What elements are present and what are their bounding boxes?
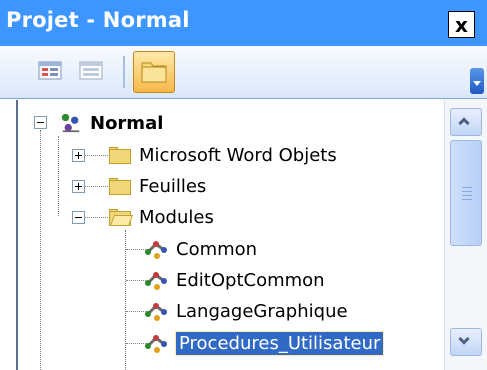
tree-connector	[58, 136, 59, 216]
tree-node-module[interactable]: LangageGraphique	[144, 296, 348, 326]
project-icon	[61, 113, 80, 133]
scroll-thumb[interactable]	[450, 140, 482, 246]
tree-connector	[126, 280, 146, 281]
tree-connector	[126, 249, 146, 250]
project-tree: Normal Microsoft Word Objets Feuilles Mo…	[16, 100, 446, 370]
module-icon	[145, 241, 167, 259]
tree-node-label: Microsoft Word Objets	[139, 144, 337, 166]
tree-node-label: Feuilles	[139, 175, 207, 197]
module-icon	[145, 335, 167, 353]
tree-node-root[interactable]: Normal	[58, 108, 163, 138]
tree-node-label: Normal	[90, 112, 164, 134]
folder-expand-toggle[interactable]	[72, 180, 85, 193]
module-icon	[145, 272, 167, 290]
scroll-down-button[interactable]	[450, 328, 482, 356]
project-explorer-window: Projet - Normal x Normal Microsoft Word …	[0, 0, 487, 370]
folder-icon	[141, 62, 167, 83]
tree-node-module-selected[interactable]: Procedures_Utilisateur	[144, 328, 385, 358]
close-button[interactable]: x	[448, 11, 475, 38]
tree-connector	[40, 130, 41, 370]
tree-node-label: Procedures_Utilisateur	[174, 330, 385, 356]
tree-node-folder[interactable]: Modules	[109, 202, 214, 232]
toggle-folders-button[interactable]	[133, 51, 175, 93]
view-code-icon	[38, 61, 62, 80]
tree-node-module[interactable]: Common	[144, 234, 257, 264]
folder-collapse-toggle[interactable]	[72, 211, 85, 224]
toolbar-separator	[123, 56, 125, 88]
tree-node-label: EditOptCommon	[176, 269, 325, 291]
folder-expand-toggle[interactable]	[72, 149, 85, 162]
tree-node-folder[interactable]: Feuilles	[109, 171, 206, 201]
root-collapse-toggle[interactable]	[34, 116, 47, 129]
tree-connector	[125, 230, 126, 370]
tree-connector	[126, 343, 146, 344]
folder-icon	[109, 146, 131, 164]
view-object-button[interactable]	[79, 60, 103, 82]
toolbar	[0, 46, 487, 99]
folder-icon	[109, 177, 131, 195]
tree-node-label: LangageGraphique	[176, 300, 348, 322]
tree-connector	[126, 311, 146, 312]
module-icon	[145, 303, 167, 321]
tree-node-module[interactable]: EditOptCommon	[144, 265, 325, 295]
view-code-button[interactable]	[38, 60, 62, 82]
vertical-scrollbar[interactable]	[444, 100, 487, 370]
window-title: Projet - Normal	[6, 8, 190, 32]
tree-node-label: Modules	[139, 206, 214, 228]
tree-node-label: Common	[176, 238, 258, 260]
toolbar-overflow-button[interactable]	[470, 68, 484, 94]
open-folder-icon	[109, 208, 134, 226]
tree-node-folder[interactable]: Microsoft Word Objets	[109, 140, 337, 170]
view-object-icon	[79, 61, 103, 80]
title-bar[interactable]: Projet - Normal x	[0, 0, 487, 46]
scroll-up-button[interactable]	[450, 108, 482, 136]
